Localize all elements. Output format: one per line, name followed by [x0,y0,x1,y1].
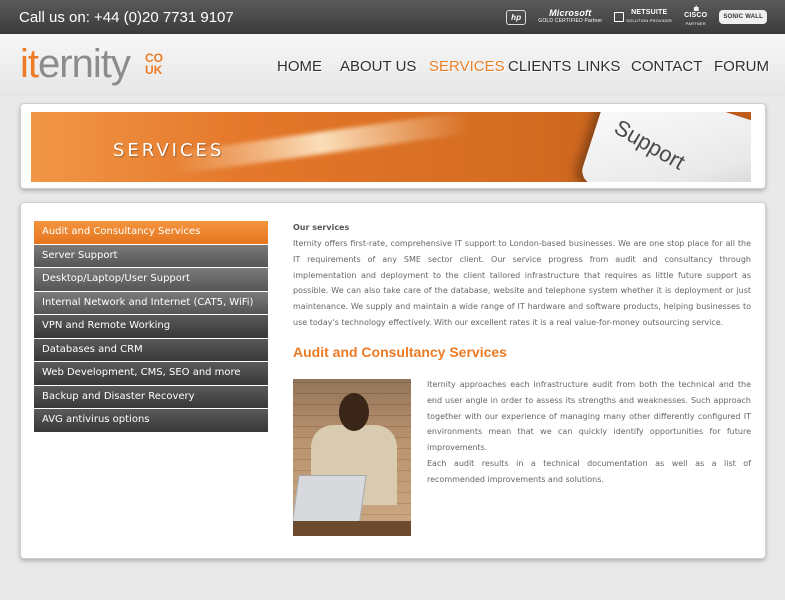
cisco-logo: ıılıı CISCO PARTNER [684,6,708,26]
banner-title: SERVICES [113,140,225,161]
section-heading: Audit and Consultancy Services [293,343,507,360]
nav-links[interactable]: LINKS [577,58,620,75]
side-item-internal-network[interactable]: Internal Network and Internet (CAT5, WiF… [34,291,268,315]
audit-paragraph-2: Each audit results in a technical docume… [427,458,751,484]
nav-forum[interactable]: FORUM [714,58,769,75]
iternity-logo[interactable]: iternity CO UK [20,42,163,87]
nav-clients[interactable]: CLIENTS [508,58,571,75]
consultant-photo [293,379,411,536]
side-item-vpn[interactable]: VPN and Remote Working [34,315,268,339]
top-bar: Call us on: +44 (0)20 7731 9107 hp Micro… [0,0,785,34]
banner-frame: Support SERVICES [20,103,766,189]
microsoft-gold-certified-logo: Microsoft GOLD CERTIFIED Partner [538,8,603,25]
services-side-menu: Audit and Consultancy Services Server Su… [34,221,268,433]
audit-description: Iternity approaches each infrastructure … [427,377,751,488]
intro-paragraph: Iternity offers first-rate, comprehensiv… [293,239,751,327]
netsuite-logo: NETSUITE SOLUTION PROVIDER [614,9,672,25]
sonicwall-logo: SONIC WALL [719,10,767,24]
side-item-databases-crm[interactable]: Databases and CRM [34,338,268,362]
nav-contact[interactable]: CONTACT [631,58,702,75]
nav-home[interactable]: HOME [277,58,322,75]
side-item-avg-antivirus[interactable]: AVG antivirus options [34,409,268,433]
phone-number: Call us on: +44 (0)20 7731 9107 [19,9,234,26]
partner-logos: hp Microsoft GOLD CERTIFIED Partner NETSU… [506,6,767,28]
content-panel: Audit and Consultancy Services Server Su… [20,202,766,559]
side-item-audit-consultancy[interactable]: Audit and Consultancy Services [34,221,268,245]
hp-logo: hp [506,9,527,25]
side-item-web-development[interactable]: Web Development, CMS, SEO and more [34,362,268,386]
logo-tld: CO UK [145,51,163,77]
nav-services[interactable]: SERVICES [429,58,505,75]
side-item-backup[interactable]: Backup and Disaster Recovery [34,385,268,409]
side-item-desktop-support[interactable]: Desktop/Laptop/User Support [34,268,268,292]
audit-paragraph-1: Iternity approaches each infrastructure … [427,380,751,453]
nav-about-us[interactable]: ABOUT US [340,58,416,75]
main-content: Our services Iternity offers first-rate,… [293,223,751,536]
section-label: Our services [293,223,350,232]
services-banner: Support SERVICES [31,112,751,182]
side-item-server-support[interactable]: Server Support [34,244,268,268]
header: iternity CO UK HOME ABOUT US SERVICES CLI… [0,34,785,96]
